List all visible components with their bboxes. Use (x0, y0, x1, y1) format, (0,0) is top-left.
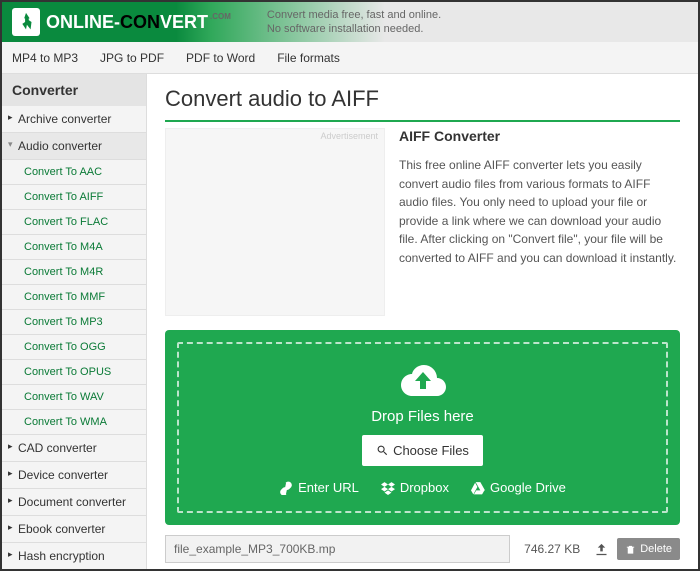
logo[interactable]: ONLINE- CON VERT .COM (12, 8, 231, 36)
sidebar-sub-convert-to-aac[interactable]: Convert To AAC (2, 160, 146, 185)
sidebar-sub-convert-to-mmf[interactable]: Convert To MMF (2, 285, 146, 310)
page-title: Convert audio to AIFF (165, 86, 680, 112)
desc-text: This free online AIFF converter lets you… (399, 156, 680, 268)
sidebar-cat-archive-converter[interactable]: Archive converter (2, 106, 146, 133)
nav-mp4-mp3[interactable]: MP4 to MP3 (12, 51, 78, 65)
sidebar-sub-convert-to-m4r[interactable]: Convert To M4R (2, 260, 146, 285)
logo-text-1: ONLINE- (46, 12, 120, 33)
sidebar-sub-convert-to-mp3[interactable]: Convert To MP3 (2, 310, 146, 335)
sidebar: Converter Archive converterAudio convert… (2, 74, 147, 569)
logo-text-4: .COM (210, 12, 231, 21)
search-icon (376, 444, 389, 457)
trash-icon (625, 544, 636, 555)
dropbox-link[interactable]: Dropbox (381, 480, 449, 495)
google-drive-icon (471, 481, 485, 495)
sidebar-cat-device-converter[interactable]: Device converter (2, 462, 146, 489)
sidebar-sub-convert-to-m4a[interactable]: Convert To M4A (2, 235, 146, 260)
dropzone[interactable]: Drop Files here Choose Files Enter URL D… (165, 330, 680, 525)
file-size: 746.27 KB (518, 542, 586, 556)
nav-jpg-pdf[interactable]: JPG to PDF (100, 51, 164, 65)
drop-text: Drop Files here (189, 408, 656, 425)
upload-icon (594, 542, 609, 557)
sidebar-sub-convert-to-ogg[interactable]: Convert To OGG (2, 335, 146, 360)
link-icon (279, 481, 293, 495)
sidebar-cat-cad-converter[interactable]: CAD converter (2, 435, 146, 462)
tagline-line1: Convert media free, fast and online. (267, 8, 441, 22)
site-header: ONLINE- CON VERT .COM Convert media free… (2, 2, 698, 42)
main-content: Convert audio to AIFF Advertisement AIFF… (147, 74, 698, 569)
google-drive-link[interactable]: Google Drive (471, 480, 566, 495)
ad-label: Advertisement (320, 131, 378, 141)
sidebar-sub-convert-to-flac[interactable]: Convert To FLAC (2, 210, 146, 235)
choose-files-label: Choose Files (393, 443, 469, 458)
sidebar-sub-convert-to-opus[interactable]: Convert To OPUS (2, 360, 146, 385)
dropzone-inner: Drop Files here Choose Files Enter URL D… (177, 342, 668, 513)
logo-text-2: CON (120, 12, 160, 33)
google-drive-label: Google Drive (490, 480, 566, 495)
logo-icon (12, 8, 40, 36)
choose-files-button[interactable]: Choose Files (362, 435, 483, 466)
desc-title: AIFF Converter (399, 128, 680, 144)
sidebar-cat-audio-converter[interactable]: Audio converter (2, 133, 146, 160)
upload-sources: Enter URL Dropbox Google Drive (189, 480, 656, 495)
sidebar-sub-convert-to-wav[interactable]: Convert To WAV (2, 385, 146, 410)
sidebar-cat-document-converter[interactable]: Document converter (2, 489, 146, 516)
sidebar-sub-convert-to-wma[interactable]: Convert To WMA (2, 410, 146, 435)
title-divider (165, 120, 680, 122)
sidebar-cat-hash-encryption[interactable]: Hash encryption (2, 543, 146, 569)
nav-pdf-word[interactable]: PDF to Word (186, 51, 255, 65)
advertisement: Advertisement (165, 128, 385, 316)
dropbox-label: Dropbox (400, 480, 449, 495)
enter-url-link[interactable]: Enter URL (279, 480, 359, 495)
logo-text-3: VERT (160, 12, 208, 33)
top-nav: MP4 to MP3 JPG to PDF PDF to Word File f… (2, 42, 698, 74)
nav-file-formats[interactable]: File formats (277, 51, 340, 65)
sidebar-title: Converter (2, 74, 146, 106)
delete-button[interactable]: Delete (617, 538, 680, 560)
dropbox-icon (381, 481, 395, 495)
file-row: 746.27 KB Delete (165, 535, 680, 563)
tagline: Convert media free, fast and online. No … (267, 8, 441, 37)
sidebar-sub-convert-to-aiff[interactable]: Convert To AIFF (2, 185, 146, 210)
sidebar-cat-ebook-converter[interactable]: Ebook converter (2, 516, 146, 543)
description: AIFF Converter This free online AIFF con… (399, 128, 680, 316)
tagline-line2: No software installation needed. (267, 22, 441, 36)
enter-url-label: Enter URL (298, 480, 359, 495)
cloud-upload-icon (399, 362, 447, 400)
delete-label: Delete (640, 543, 672, 555)
file-name-input[interactable] (165, 535, 510, 563)
